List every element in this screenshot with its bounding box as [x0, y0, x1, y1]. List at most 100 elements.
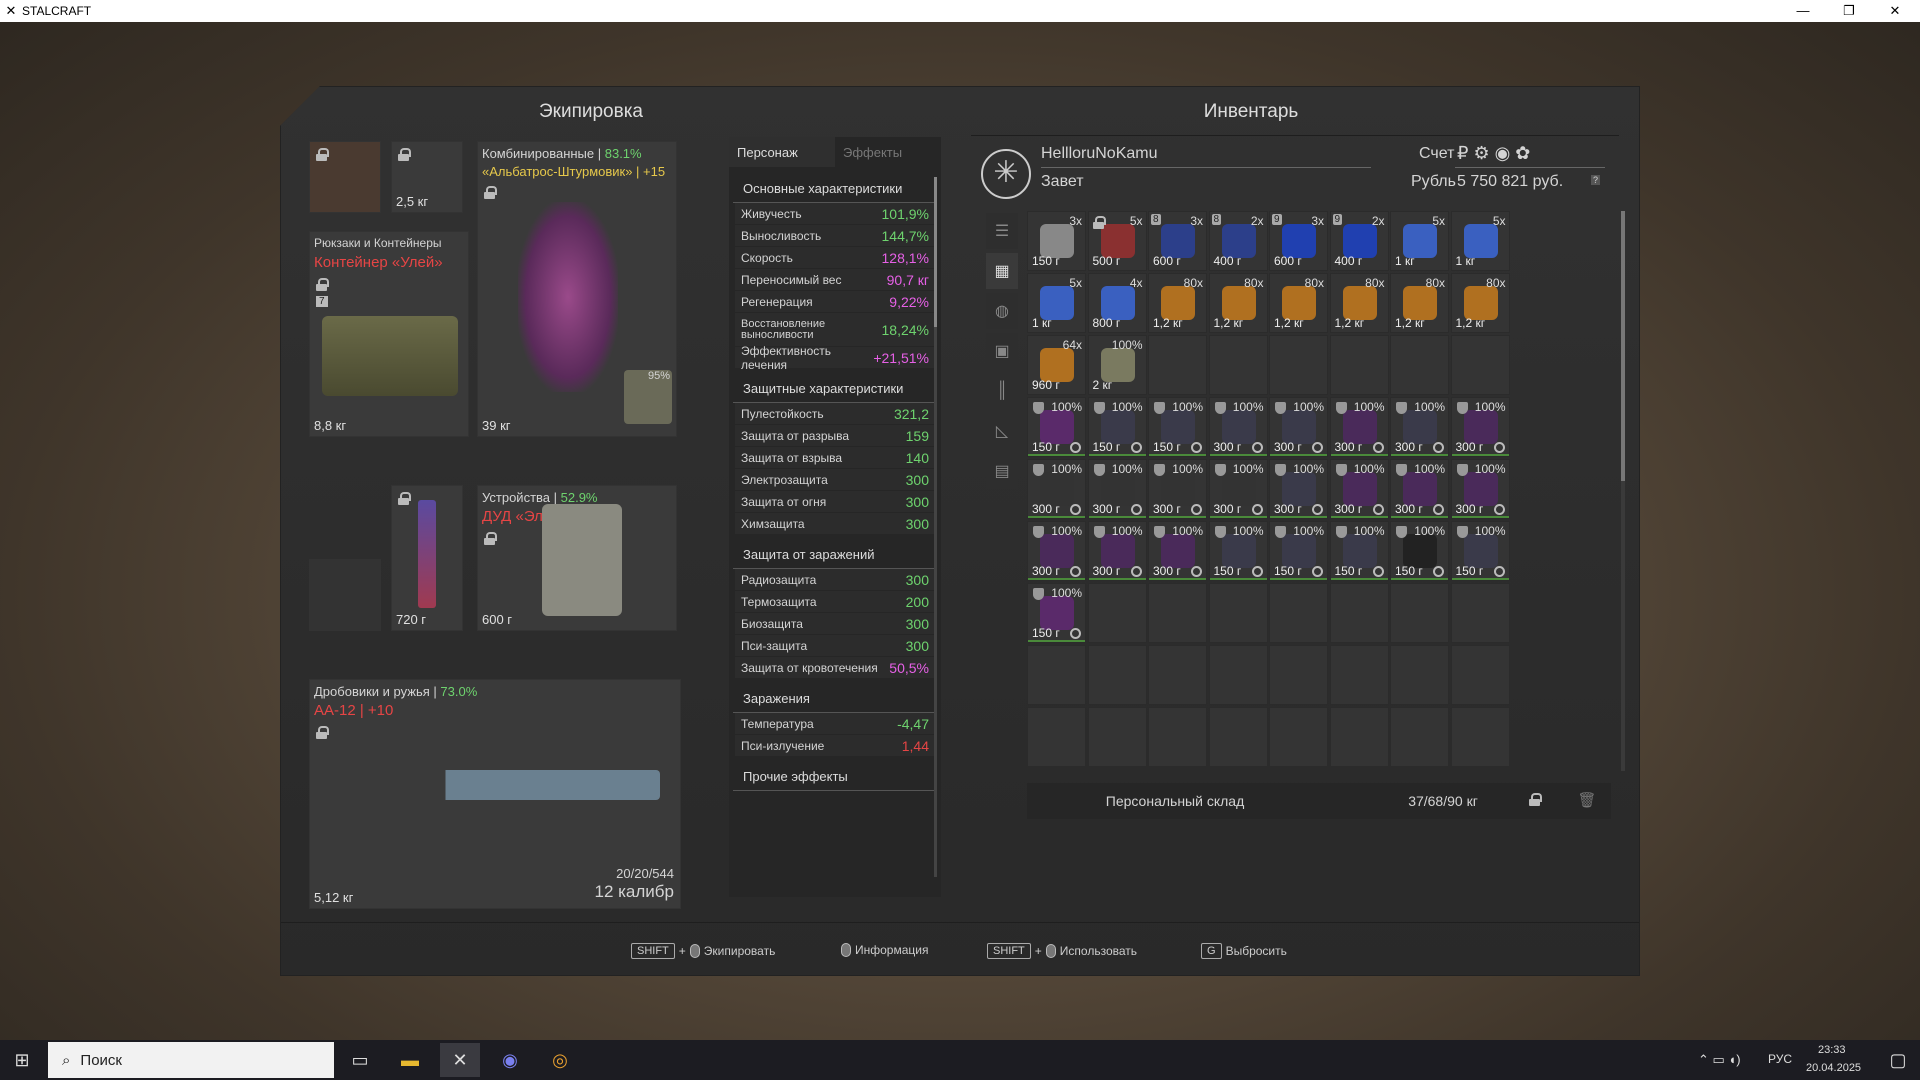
inventory-empty-cell[interactable]	[1390, 645, 1449, 705]
inventory-empty-cell[interactable]	[1087, 583, 1147, 643]
task-view-icon[interactable]: ▭	[340, 1043, 380, 1077]
inventory-item[interactable]: 80x 1,2 кг	[1269, 273, 1328, 333]
inventory-item[interactable]: 100% 150 г	[1148, 397, 1207, 457]
tab-effects[interactable]: Эффекты	[835, 137, 941, 167]
personal-storage-button[interactable]: Персональный склад	[1027, 783, 1323, 819]
taskbar-search[interactable]: ⌕ Поиск	[48, 1042, 334, 1078]
clock-date[interactable]: 20.04.2025	[1806, 1062, 1861, 1074]
inventory-empty-cell[interactable]	[1269, 583, 1328, 643]
inventory-item[interactable]: 100% 2 кг	[1087, 335, 1147, 395]
discord-icon[interactable]: ◉	[490, 1043, 530, 1077]
inventory-item[interactable]: 3x 600 г 9	[1269, 211, 1328, 271]
armor-filter-icon[interactable]: ▣	[986, 333, 1018, 369]
inventory-item[interactable]: 100% 300 г	[1329, 459, 1389, 519]
inventory-empty-cell[interactable]	[1450, 707, 1510, 767]
inventory-item[interactable]: 100% 300 г	[1208, 459, 1268, 519]
inventory-empty-cell[interactable]	[1450, 583, 1510, 643]
sort-list-icon[interactable]: ☰	[986, 213, 1018, 249]
inventory-empty-cell[interactable]	[1269, 707, 1328, 767]
tab-character[interactable]: Персонаж	[729, 137, 835, 167]
inventory-item[interactable]: 100% 150 г	[1269, 521, 1328, 581]
inventory-item[interactable]: 2x 400 г 9	[1329, 211, 1389, 271]
inventory-item[interactable]: 5x 1 кг	[1450, 211, 1510, 271]
inventory-item[interactable]: 100% 300 г	[1450, 459, 1510, 519]
notifications-icon[interactable]: ▢	[1878, 1043, 1918, 1077]
inventory-item[interactable]: 100% 300 г	[1208, 397, 1268, 457]
inventory-item[interactable]: 100% 150 г	[1027, 397, 1086, 457]
inventory-item[interactable]: 100% 300 г	[1087, 521, 1147, 581]
inventory-scrollbar[interactable]	[1621, 211, 1625, 771]
storage-filter-icon[interactable]: ▤	[986, 453, 1018, 489]
misc-filter-icon[interactable]: ◺	[986, 413, 1018, 449]
inventory-item[interactable]: 100% 300 г	[1329, 397, 1389, 457]
inventory-item[interactable]: 100% 300 г	[1269, 459, 1328, 519]
ammo-filter-icon[interactable]: ║	[986, 373, 1018, 409]
inventory-empty-cell[interactable]	[1148, 335, 1207, 395]
inventory-item[interactable]: 80x 1,2 кг	[1329, 273, 1389, 333]
inventory-item[interactable]: 100% 300 г	[1450, 397, 1510, 457]
inventory-item[interactable]: 100% 300 г	[1087, 459, 1147, 519]
inventory-item[interactable]: 100% 150 г	[1027, 583, 1086, 643]
device-slot[interactable]: Устройства | 52.9% ДУД «Эльбрус» 600 г	[477, 485, 677, 631]
inventory-empty-cell[interactable]	[1208, 645, 1268, 705]
inventory-empty-cell[interactable]	[1148, 707, 1207, 767]
armor-slot[interactable]: Комбинированные | 83.1% «Альбатрос-Штурм…	[477, 141, 677, 437]
inventory-item[interactable]: 5x 1 кг	[1390, 211, 1449, 271]
inventory-item[interactable]: 80x 1,2 кг	[1208, 273, 1268, 333]
inventory-empty-cell[interactable]	[1208, 335, 1268, 395]
face-slot[interactable]	[309, 141, 381, 213]
windows-start-icon[interactable]: ⊞	[2, 1043, 42, 1077]
inventory-empty-cell[interactable]	[1390, 583, 1449, 643]
stalcraft-taskbar-icon[interactable]: ✕	[440, 1043, 480, 1077]
restore-button[interactable]: ❐	[1826, 0, 1872, 22]
inventory-item[interactable]: 100% 300 г	[1390, 459, 1449, 519]
inventory-item[interactable]: 100% 150 г	[1087, 397, 1147, 457]
armor-plate[interactable]: 95%	[624, 370, 672, 424]
inventory-empty-cell[interactable]	[1390, 335, 1449, 395]
inventory-empty-cell[interactable]	[1208, 707, 1268, 767]
backpack-slot[interactable]: Рюкзаки и Контейнеры Контейнер «Улей» 7 …	[309, 231, 469, 437]
inventory-empty-cell[interactable]	[1329, 707, 1389, 767]
inventory-empty-cell[interactable]	[1329, 583, 1389, 643]
inventory-empty-cell[interactable]	[1087, 645, 1147, 705]
inventory-item[interactable]: 4x 800 г	[1087, 273, 1147, 333]
inventory-item[interactable]: 5x 1 кг	[1027, 273, 1086, 333]
inventory-empty-cell[interactable]	[1329, 645, 1389, 705]
nvg-slot[interactable]: 2,5 кг	[391, 141, 463, 213]
inventory-item[interactable]: 100% 150 г	[1208, 521, 1268, 581]
stats-scrollbar[interactable]	[934, 177, 937, 877]
inventory-item[interactable]: 64x 960 г	[1027, 335, 1086, 395]
inventory-empty-cell[interactable]	[1208, 583, 1268, 643]
file-explorer-icon[interactable]: ▬	[390, 1043, 430, 1077]
inventory-empty-cell[interactable]	[1450, 645, 1510, 705]
inventory-item[interactable]: 100% 150 г	[1329, 521, 1389, 581]
inventory-item[interactable]: 100% 300 г	[1390, 397, 1449, 457]
inventory-item[interactable]: 100% 300 г	[1269, 397, 1328, 457]
grid-view-icon[interactable]: ▦	[986, 253, 1018, 289]
trash-icon[interactable]: 🗑	[1563, 783, 1611, 819]
knife-slot[interactable]: 720 г	[391, 485, 463, 631]
inventory-empty-cell[interactable]	[1269, 335, 1328, 395]
inventory-item[interactable]: 100% 300 г	[1027, 459, 1086, 519]
inventory-item[interactable]: 2x 400 г 8	[1208, 211, 1268, 271]
inventory-empty-cell[interactable]	[1027, 707, 1086, 767]
language-indicator[interactable]: РУС	[1768, 1052, 1792, 1066]
inventory-empty-cell[interactable]	[1027, 645, 1086, 705]
inventory-item[interactable]: 80x 1,2 кг	[1148, 273, 1207, 333]
inventory-item[interactable]: 100% 300 г	[1027, 521, 1086, 581]
inventory-empty-cell[interactable]	[1148, 645, 1207, 705]
clock-time[interactable]: 23:33	[1818, 1044, 1846, 1056]
minimize-button[interactable]: —	[1780, 0, 1826, 22]
inventory-empty-cell[interactable]	[1087, 707, 1147, 767]
inventory-item[interactable]: 80x 1,2 кг	[1450, 273, 1510, 333]
inventory-empty-cell[interactable]	[1148, 583, 1207, 643]
empty-slot[interactable]	[309, 559, 381, 631]
tray-icons[interactable]: ⌃ ▭ ◖)	[1698, 1052, 1741, 1068]
inventory-empty-cell[interactable]	[1390, 707, 1449, 767]
inventory-item[interactable]: 3x 600 г 8	[1148, 211, 1207, 271]
inventory-item[interactable]: 5x 500 г	[1087, 211, 1147, 271]
inventory-item[interactable]: 100% 300 г	[1148, 459, 1207, 519]
inventory-item[interactable]: 80x 1,2 кг	[1390, 273, 1449, 333]
inventory-item[interactable]: 100% 150 г	[1390, 521, 1449, 581]
inventory-item[interactable]: 100% 150 г	[1450, 521, 1510, 581]
